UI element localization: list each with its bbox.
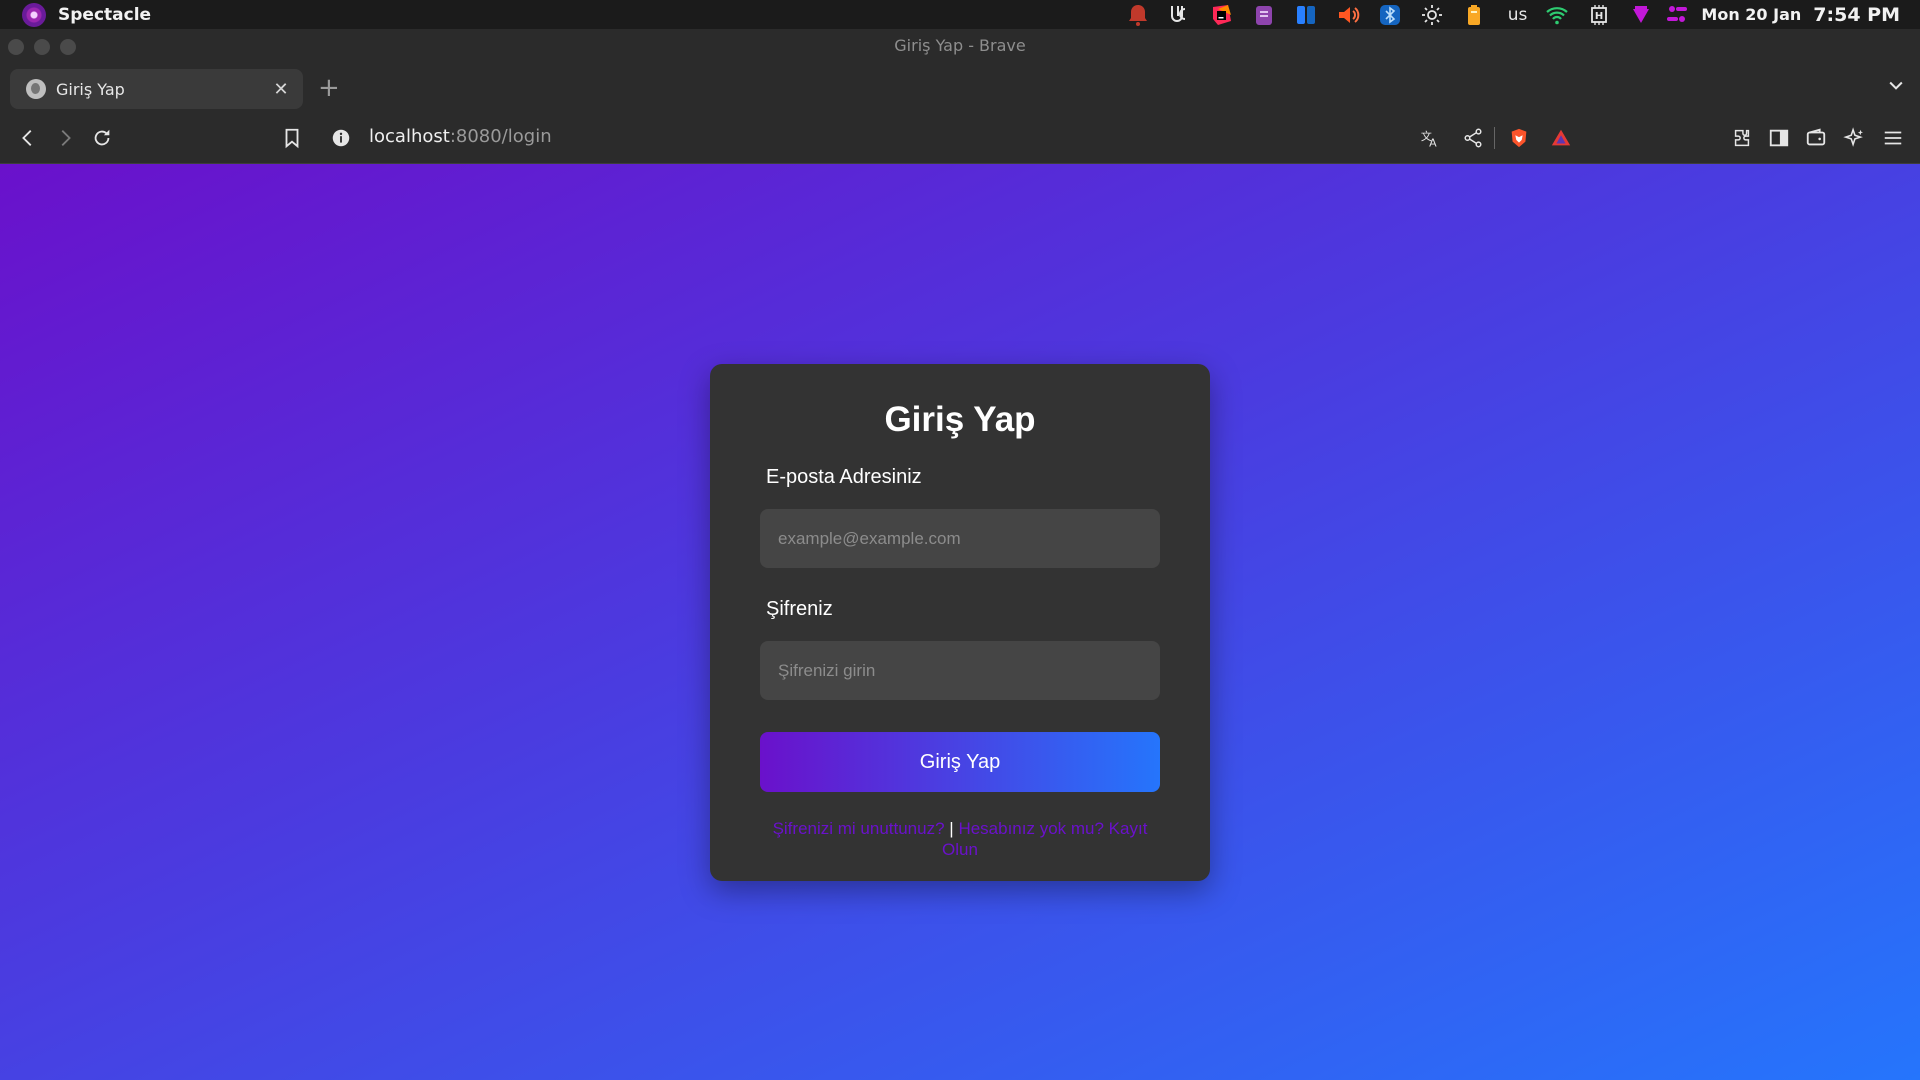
brave-shields-icon[interactable] (1506, 125, 1532, 151)
back-icon[interactable] (15, 125, 41, 151)
battery-icon[interactable] (1460, 1, 1488, 29)
cpu-monitor-icon[interactable]: H (1585, 1, 1613, 29)
tab-title: Giriş Yap (56, 79, 125, 99)
keyboard-layout-indicator[interactable]: us (1508, 5, 1528, 25)
translate-icon[interactable]: 文A (1417, 125, 1443, 151)
address-bar[interactable]: localhost:8080/login (369, 126, 552, 147)
close-tab-icon[interactable]: ✕ (271, 79, 291, 100)
forgot-password-link[interactable]: Şifrenizi mi unuttunuz? (773, 819, 945, 838)
vpn-icon[interactable] (1627, 1, 1655, 29)
volume-icon[interactable] (1334, 1, 1362, 29)
tab-list-chevron-icon[interactable] (1886, 75, 1906, 100)
brave-rewards-icon[interactable] (1548, 125, 1574, 151)
url-host: localhost (369, 126, 450, 147)
globe-icon (26, 79, 46, 99)
svg-text:H: H (1595, 11, 1603, 22)
login-card: Giriş Yap E-posta Adresiniz Şifreniz Gir… (710, 364, 1210, 881)
jetbrains-toolbox-icon[interactable] (1208, 1, 1236, 29)
new-tab-button[interactable]: + (318, 73, 340, 103)
bookmark-icon[interactable] (279, 125, 305, 151)
control-center-icon[interactable] (1663, 1, 1691, 29)
svg-text:A: A (1429, 136, 1437, 149)
window-title-bar: Giriş Yap - Brave (0, 29, 1920, 63)
wallet-icon[interactable] (1803, 125, 1829, 151)
register-link[interactable]: Hesabınız yok mu? Kayıt Olun (942, 819, 1147, 859)
link-separator: | (949, 819, 954, 838)
bluetooth-icon[interactable] (1376, 1, 1404, 29)
login-submit-button[interactable]: Giriş Yap (760, 732, 1160, 792)
active-app-name[interactable]: Spectacle (58, 5, 151, 25)
kde-connect-icon[interactable] (1166, 1, 1194, 29)
browser-toolbar: localhost:8080/login 文A (0, 113, 1920, 164)
password-label: Şifreniz (766, 598, 833, 620)
clipboard-icon[interactable] (1250, 1, 1278, 29)
system-top-bar: Spectacle us H Mon 20 Jan 7:54 PM (0, 0, 1920, 29)
app-launcher-icon[interactable] (1292, 1, 1320, 29)
tab-strip: Giriş Yap ✕ + (0, 63, 1920, 113)
wifi-icon[interactable] (1543, 1, 1571, 29)
notification-bell-icon[interactable] (1124, 1, 1152, 29)
reload-icon[interactable] (89, 125, 115, 151)
window-title: Giriş Yap - Brave (894, 36, 1026, 55)
auth-links: Şifrenizi mi unuttunuz? | Hesabınız yok … (760, 818, 1160, 860)
page-background: Giriş Yap E-posta Adresiniz Şifreniz Gir… (0, 164, 1920, 1080)
brightness-icon[interactable] (1418, 1, 1446, 29)
spectacle-app-icon[interactable] (22, 2, 46, 27)
toolbar-divider (1494, 127, 1495, 149)
email-label: E-posta Adresiniz (766, 466, 922, 488)
site-info-icon[interactable] (328, 125, 354, 151)
share-icon[interactable] (1460, 125, 1486, 151)
login-title: Giriş Yap (884, 400, 1036, 439)
url-path: :8080/login (449, 126, 552, 147)
forward-icon[interactable] (52, 125, 78, 151)
password-input[interactable] (760, 641, 1160, 700)
system-clock[interactable]: 7:54 PM (1813, 4, 1900, 26)
system-date[interactable]: Mon 20 Jan (1701, 5, 1801, 24)
sidebar-icon[interactable] (1766, 125, 1792, 151)
email-input[interactable] (760, 509, 1160, 568)
leo-ai-icon[interactable] (1841, 125, 1867, 151)
menu-icon[interactable] (1880, 125, 1906, 151)
extensions-icon[interactable] (1729, 125, 1755, 151)
tab-login[interactable]: Giriş Yap ✕ (10, 69, 303, 109)
